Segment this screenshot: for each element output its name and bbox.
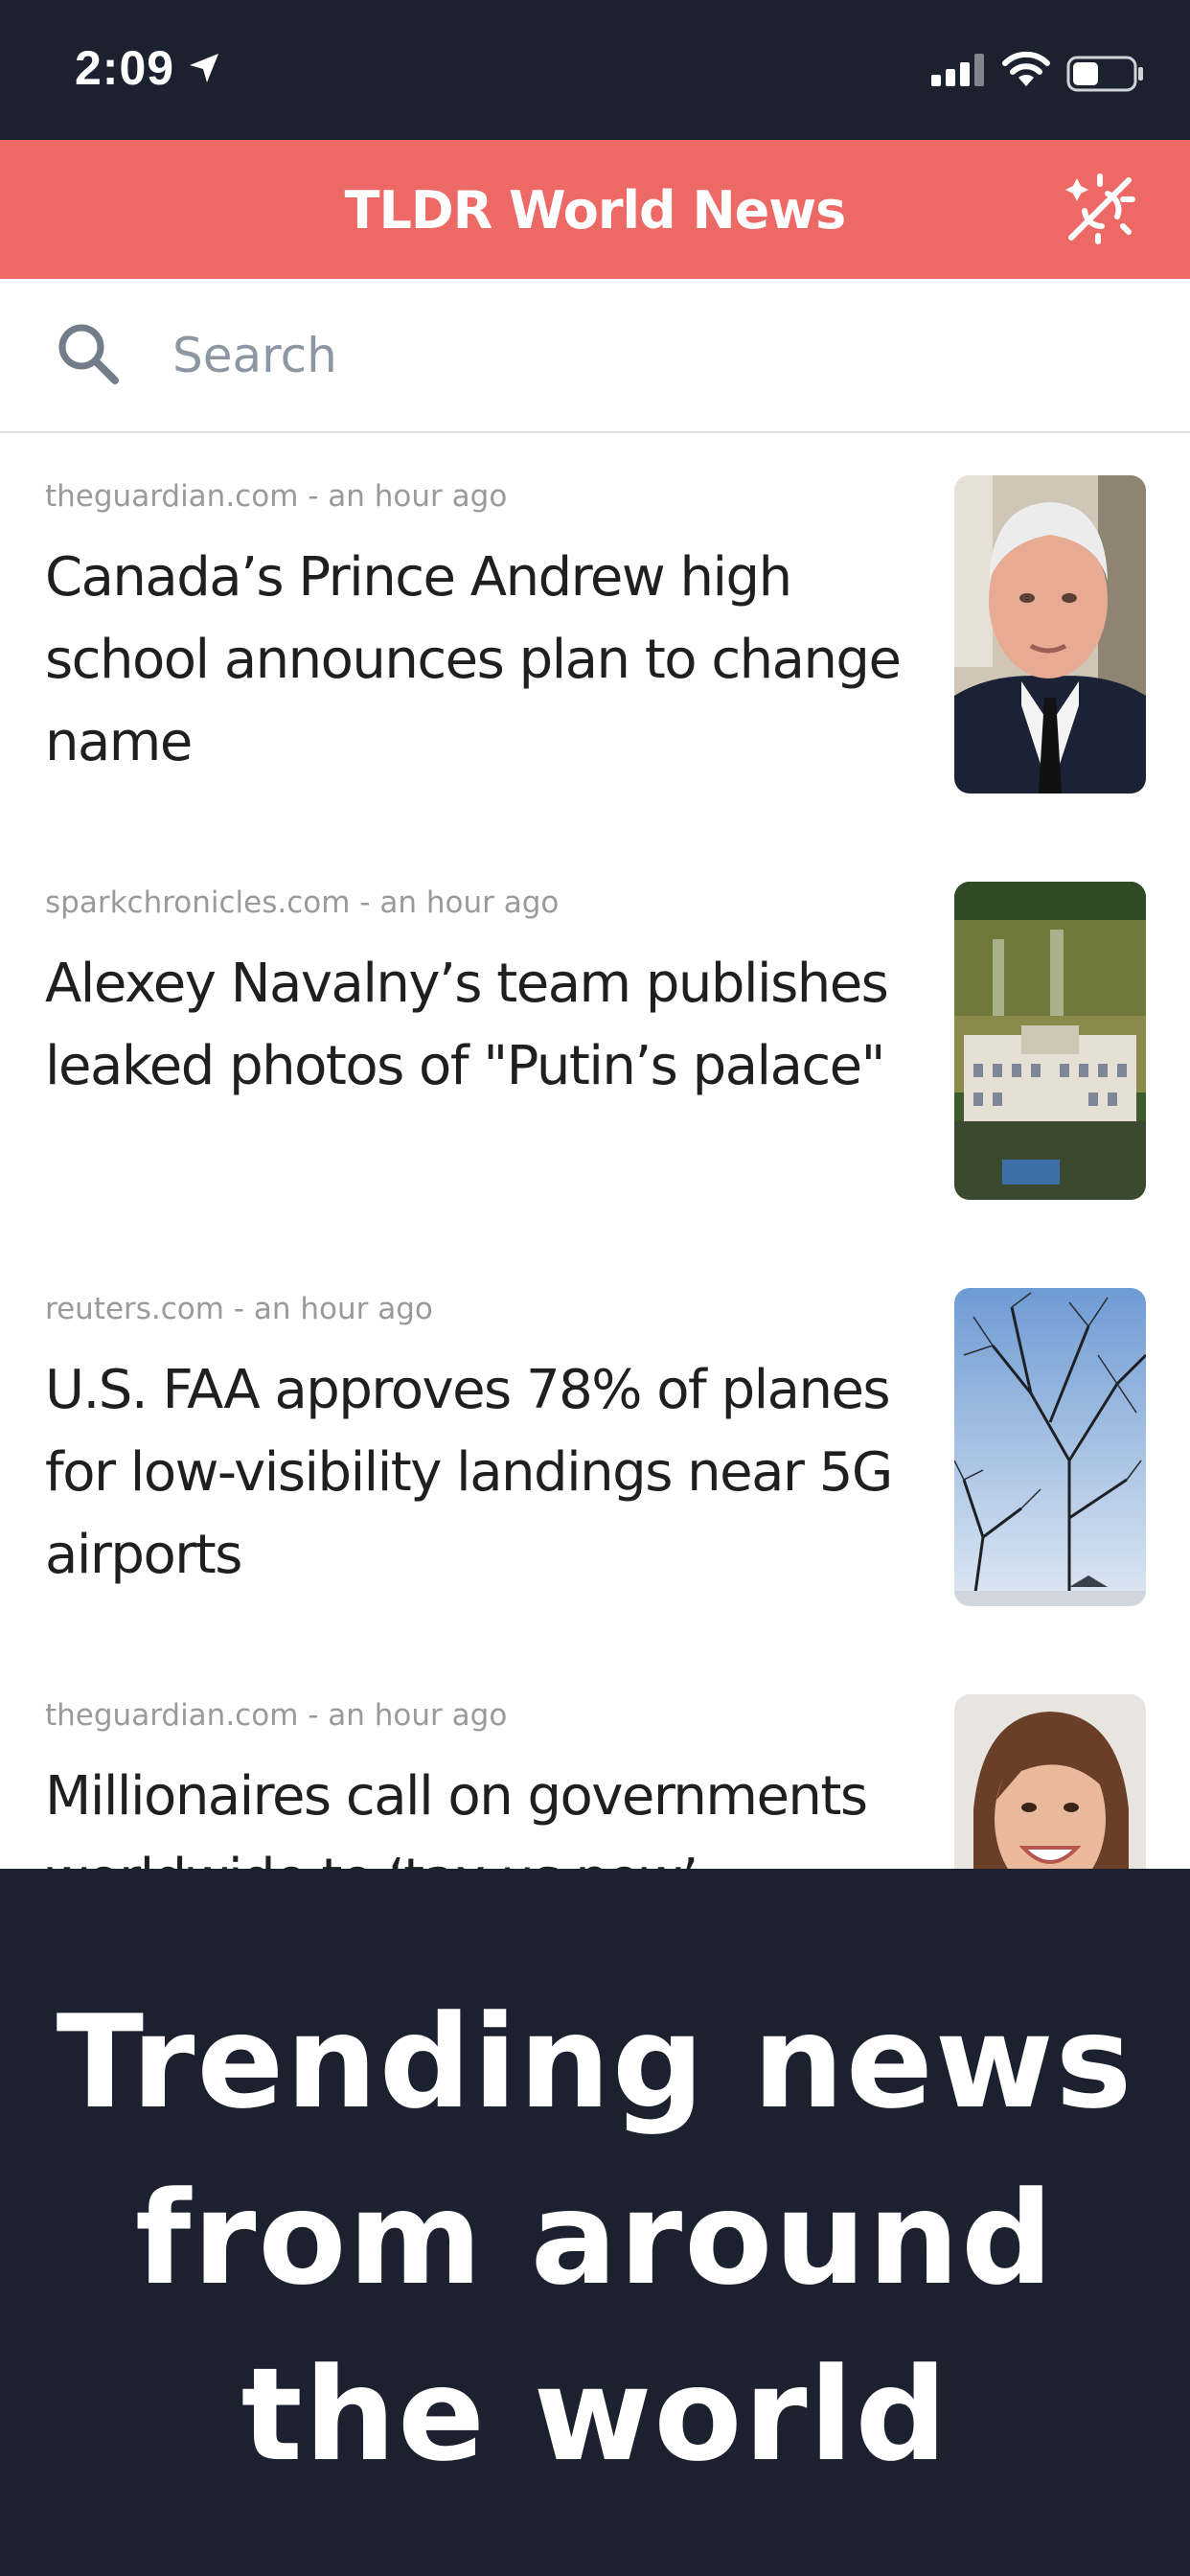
search-input[interactable] [171,317,1037,394]
theme-toggle-icon[interactable] [1064,172,1136,245]
article-thumbnail[interactable] [954,1694,1146,1871]
article-card[interactable]: sparkchronicles.com - an hour ago Alexey… [0,840,1190,1248]
article-meta: theguardian.com - an hour ago [45,479,508,514]
app-header: TLDR World News [0,140,1190,279]
status-bar: 2:09 [0,0,1190,140]
promo-tagline: Trending news from around the world [56,1988,1134,2490]
palace-aerial-photo [954,882,1146,1200]
article-headline[interactable]: Millionaires call on governments worldwi… [45,1756,907,1871]
article-card[interactable]: reuters.com - an hour ago U.S. FAA appro… [0,1246,1190,1654]
article-thumbnail[interactable] [954,882,1146,1200]
man-in-suit-photo [954,475,1146,794]
article-card[interactable]: theguardian.com - an hour ago Millionair… [0,1652,1190,1871]
article-meta: sparkchronicles.com - an hour ago [45,886,560,920]
wifi-icon [1002,51,1050,86]
news-feed[interactable]: theguardian.com - an hour ago Canada’s P… [0,433,1190,1871]
smiling-woman-photo [954,1694,1146,1871]
article-thumbnail[interactable] [954,1288,1146,1606]
location-arrow-icon [190,54,218,82]
article-meta: theguardian.com - an hour ago [45,1698,508,1733]
app-title: TLDR World News [344,180,847,241]
article-meta: reuters.com - an hour ago [45,1292,433,1326]
search-icon [58,324,119,384]
article-card[interactable]: theguardian.com - an hour ago Canada’s P… [0,433,1190,841]
bare-trees-sky-photo [954,1288,1146,1606]
battery-icon [1066,56,1143,92]
article-headline[interactable]: Canada’s Prince Andrew high school annou… [45,537,907,784]
article-headline[interactable]: U.S. FAA approves 78% of planes for low-… [45,1349,907,1597]
status-time: 2:09 [75,41,175,95]
search-bar [0,279,1190,433]
signal-strength-icon [931,54,984,86]
article-thumbnail[interactable] [954,475,1146,794]
article-headline[interactable]: Alexey Navalny’s team publishes leaked p… [45,943,907,1108]
promo-banner: Trending news from around the world [0,1869,1190,2576]
